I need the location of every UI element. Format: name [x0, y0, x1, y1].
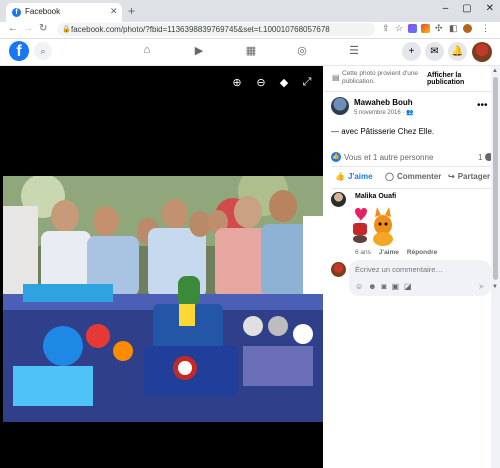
search-icon[interactable]: ⌕ [34, 42, 52, 60]
sticker-icon[interactable]: ◪ [404, 282, 412, 291]
window-controls: – ▢ ✕ [443, 3, 494, 14]
groups-icon[interactable]: ◎ [294, 44, 310, 57]
zoom-in-icon[interactable]: ⊕ [230, 76, 244, 89]
tagged-page-link[interactable]: Pâtisserie Chez Elle [360, 127, 432, 136]
divider [331, 188, 492, 189]
minimize-icon[interactable]: – [443, 3, 449, 14]
gif-icon[interactable]: ▣ [391, 282, 399, 291]
scroll-thumb[interactable] [493, 77, 498, 280]
browser-tab[interactable]: f Facebook ✕ [6, 3, 122, 22]
scroll-up-icon[interactable]: ▲ [492, 68, 498, 74]
reload-icon[interactable]: ↻ [39, 23, 47, 34]
photo-viewer: ⊕ ⊖ ◆ ⤢ [0, 66, 323, 468]
share-icon[interactable]: ⇪ [382, 23, 390, 34]
author-name[interactable]: Mawaheb Bouh [354, 98, 413, 107]
extension-icon[interactable] [421, 24, 430, 33]
fullscreen-icon[interactable]: ⤢ [300, 76, 314, 89]
comment-tools: ☺ ☻ ◙ ▣ ◪ [355, 282, 412, 291]
share-button[interactable]: ↪ Partager [448, 172, 490, 181]
browser-menu-icon[interactable]: ⋮ [481, 23, 490, 34]
url-field[interactable]: 🔒 facebook.com/photo/?fbid=1136398839769… [57, 23, 375, 36]
like-reaction-icon: 👍 [331, 152, 341, 162]
share-label: Partager [457, 172, 491, 181]
puzzle-extensions-icon[interactable]: ✣ [435, 23, 443, 34]
commenter-avatar[interactable] [331, 192, 346, 207]
profile-avatar-icon[interactable] [463, 24, 472, 33]
tagline-suffix: . [431, 127, 435, 136]
send-icon[interactable]: ➤ [478, 282, 485, 291]
divider [323, 91, 500, 92]
messenger-icon[interactable]: ✉ [425, 42, 444, 61]
commenter-name[interactable]: Malika Ouafi [355, 193, 396, 200]
reactions-summary[interactable]: 👍 Vous et 1 autre personne [331, 152, 433, 162]
create-icon[interactable]: + [402, 42, 421, 61]
lock-icon: 🔒 [62, 26, 71, 33]
comment-count[interactable]: 1 [478, 153, 482, 162]
close-window-icon[interactable]: ✕ [486, 3, 494, 14]
forward-icon[interactable]: → [23, 23, 33, 34]
tab-close-icon[interactable]: ✕ [110, 6, 118, 17]
tab-title: Facebook [25, 7, 61, 16]
comment-meta: 6 ans J'aime Répondre [355, 249, 437, 256]
more-options-icon[interactable]: ••• [477, 100, 488, 111]
share-arrow-icon: ↪ [448, 172, 455, 181]
marketplace-icon[interactable]: ▦ [243, 44, 259, 57]
back-icon[interactable]: ← [8, 23, 18, 34]
browser-tab-bar: f Facebook ✕ + – ▢ ✕ [0, 0, 500, 22]
zoom-out-icon[interactable]: ⊖ [254, 76, 268, 89]
post-date[interactable]: 5 novembre 2016 · 👥 [354, 109, 414, 116]
comment-button[interactable]: ◯ Commenter [385, 172, 441, 181]
account-avatar[interactable] [472, 42, 492, 62]
comment-reply-link[interactable]: Répondre [407, 249, 437, 256]
photo-source-notice: Cette photo provient d'une publication. [342, 70, 419, 85]
maximize-icon[interactable]: ▢ [462, 3, 471, 14]
my-avatar [331, 262, 346, 277]
show-post-link[interactable]: Afficher la publication [427, 72, 500, 86]
bookmark-star-icon[interactable]: ☆ [395, 23, 403, 34]
facebook-header: f ⌕ ⌂ ▶ ▦ ◎ ☰ + ✉ 🔔 [0, 39, 500, 66]
comment-label: Commenter [396, 172, 442, 181]
camera-icon[interactable]: ◙ [382, 282, 387, 291]
post-info-icon: ▤ [332, 73, 340, 82]
facebook-logo[interactable]: f [9, 41, 29, 61]
comment-like-link[interactable]: J'aime [379, 249, 399, 256]
scroll-down-icon[interactable]: ▼ [492, 284, 498, 290]
address-bar-row: ← → ↻ 🔒 facebook.com/photo/?fbid=1136398… [0, 22, 500, 39]
comment-input[interactable] [355, 265, 485, 274]
reactions-text[interactable]: Vous et 1 autre personne [344, 153, 433, 162]
author-avatar[interactable] [331, 97, 349, 115]
avatar-sticker-icon[interactable]: ☺ [355, 282, 363, 291]
side-panel-icon[interactable]: ◧ [449, 23, 458, 34]
emoji-icon[interactable]: ☻ [368, 282, 376, 291]
post-panel: ▤ Cette photo provient d'une publication… [323, 66, 500, 468]
tag-icon[interactable]: ◆ [277, 76, 291, 89]
tagline-prefix: — avec [331, 127, 361, 136]
notifications-icon[interactable]: 🔔 [448, 42, 467, 61]
watch-icon[interactable]: ▶ [191, 44, 207, 57]
extension-icon[interactable] [408, 24, 417, 33]
comment-composer[interactable]: ☺ ☻ ◙ ▣ ◪ ➤ [349, 260, 491, 296]
menu-icon[interactable]: ☰ [346, 44, 362, 57]
home-icon[interactable]: ⌂ [139, 44, 155, 56]
party-photo-image [3, 176, 323, 422]
post-tagline: — avec Pâtisserie Chez Elle. [331, 127, 434, 136]
like-label: J'aime [347, 172, 373, 181]
comment-icon: ◯ [385, 172, 394, 181]
party-photo[interactable] [3, 176, 323, 422]
divider [331, 166, 492, 167]
like-button[interactable]: 👍 J'aime [335, 172, 373, 181]
new-tab-button[interactable]: + [128, 4, 135, 18]
facebook-favicon-icon: f [12, 8, 21, 17]
comment-sticker [353, 207, 393, 246]
comment-age[interactable]: 6 ans [355, 249, 371, 256]
thumbs-up-icon: 👍 [335, 172, 345, 181]
url-text[interactable]: facebook.com/photo/?fbid=113639883976974… [71, 25, 330, 34]
